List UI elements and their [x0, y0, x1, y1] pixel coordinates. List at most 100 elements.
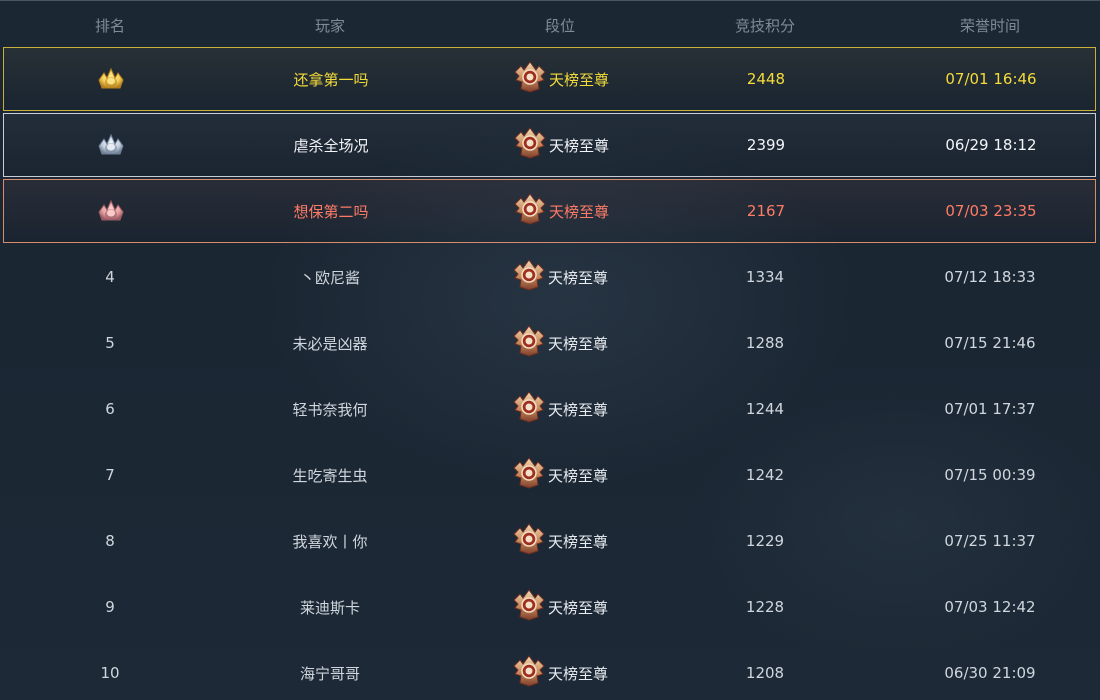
- rank-number-text: 5: [105, 334, 115, 352]
- player-name-cell[interactable]: 海宁哥哥: [220, 641, 440, 700]
- tier-badge: 天榜至尊: [513, 192, 609, 230]
- tier-crest-icon: [512, 390, 546, 428]
- tier-name: 天榜至尊: [548, 136, 609, 155]
- score-cell: 2167: [701, 180, 831, 242]
- honor-time: 07/15 00:39: [944, 466, 1036, 484]
- tier-cell: 天榜至尊: [480, 575, 640, 639]
- score-cell: 1334: [700, 245, 830, 309]
- table-row[interactable]: 4 丶欧尼酱 天榜至尊 1334 07/12 18:33: [3, 245, 1096, 309]
- player-name[interactable]: 还拿第一吗: [293, 69, 368, 90]
- tier-cell: 天榜至尊: [480, 443, 640, 507]
- tier-name: 天榜至尊: [547, 532, 608, 551]
- tier-badge: 天榜至尊: [512, 522, 608, 560]
- player-name[interactable]: 未必是凶器: [292, 333, 367, 354]
- time-cell: 07/03 12:42: [910, 575, 1070, 639]
- tier-name: 天榜至尊: [547, 598, 608, 617]
- table-row[interactable]: 10 海宁哥哥 天榜至尊 1208 06/30 21:09: [3, 641, 1096, 700]
- honor-time: 07/01 16:46: [945, 70, 1037, 88]
- rank-number: 8: [60, 509, 160, 573]
- header-rank: 排名: [94, 16, 125, 35]
- honor-time: 07/01 17:37: [944, 400, 1036, 418]
- bronze-medal-icon: [61, 180, 161, 242]
- tier-name: 天榜至尊: [547, 466, 608, 485]
- tier-crest-icon: [512, 588, 546, 626]
- score-cell: 1208: [700, 641, 830, 700]
- player-name[interactable]: 轻书奈我何: [292, 399, 367, 420]
- score-value: 2399: [746, 136, 786, 154]
- player-name[interactable]: 想保第二吗: [293, 201, 368, 222]
- tier-badge: 天榜至尊: [512, 390, 608, 428]
- tier-crest-icon: [513, 60, 547, 98]
- score-value: 2448: [746, 70, 786, 88]
- tier-crest-icon: [512, 522, 546, 560]
- tier-crest-icon: [512, 456, 546, 494]
- player-name-cell[interactable]: 轻书奈我何: [220, 377, 440, 441]
- tier-name: 天榜至尊: [548, 202, 609, 221]
- gold-medal-icon: [61, 48, 161, 110]
- rank-number-text: 10: [100, 664, 120, 682]
- rank-number: 4: [60, 245, 160, 309]
- rank-number: 6: [60, 377, 160, 441]
- player-name-cell[interactable]: 生吃寄生虫: [220, 443, 440, 507]
- score-value: 1334: [745, 268, 785, 286]
- tier-cell: 天榜至尊: [481, 48, 641, 110]
- player-name-cell[interactable]: 丶欧尼酱: [220, 245, 440, 309]
- table-row[interactable]: 5 未必是凶器 天榜至尊 1288 07/15 21:46: [3, 311, 1096, 375]
- player-name-cell[interactable]: 莱迪斯卡: [220, 575, 440, 639]
- tier-crest-icon: [512, 324, 546, 362]
- header-score: 竞技积分: [734, 16, 795, 35]
- table-row[interactable]: 6 轻书奈我何 天榜至尊 1244 07/01 17:37: [3, 377, 1096, 441]
- tier-cell: 天榜至尊: [480, 509, 640, 573]
- header-time: 荣誉时间: [959, 16, 1020, 35]
- rank-number: 9: [60, 575, 160, 639]
- player-name[interactable]: 海宁哥哥: [300, 663, 360, 684]
- tier-name: 天榜至尊: [547, 268, 608, 287]
- table-row[interactable]: 9 莱迪斯卡 天榜至尊 1228 07/03 12:42: [3, 575, 1096, 639]
- player-name[interactable]: 生吃寄生虫: [292, 465, 367, 486]
- player-name-cell[interactable]: 还拿第一吗: [221, 48, 441, 110]
- score-cell: 2399: [701, 114, 831, 176]
- player-name[interactable]: 丶欧尼酱: [300, 267, 360, 288]
- tier-cell: 天榜至尊: [480, 641, 640, 700]
- rank-number-text: 7: [105, 466, 115, 484]
- table-row[interactable]: 7 生吃寄生虫 天榜至尊 1242 07/15 00:39: [3, 443, 1096, 507]
- rank-number: 7: [60, 443, 160, 507]
- time-cell: 07/25 11:37: [910, 509, 1070, 573]
- time-cell: 07/15 00:39: [910, 443, 1070, 507]
- score-value: 1229: [745, 532, 785, 550]
- score-cell: 1229: [700, 509, 830, 573]
- tier-cell: 天榜至尊: [480, 377, 640, 441]
- honor-time: 07/03 23:35: [945, 202, 1037, 220]
- time-cell: 06/30 21:09: [910, 641, 1070, 700]
- score-value: 1242: [745, 466, 785, 484]
- tier-badge: 天榜至尊: [512, 654, 608, 692]
- tier-badge: 天榜至尊: [512, 258, 608, 296]
- time-cell: 07/03 23:35: [911, 180, 1071, 242]
- honor-time: 06/29 18:12: [945, 136, 1037, 154]
- player-name[interactable]: 虐杀全场况: [293, 135, 368, 156]
- rank-number-text: 4: [105, 268, 115, 286]
- honor-time: 07/25 11:37: [944, 532, 1036, 550]
- tier-crest-icon: [512, 654, 546, 692]
- tier-badge: 天榜至尊: [512, 324, 608, 362]
- rank-number-text: 9: [105, 598, 115, 616]
- tier-badge: 天榜至尊: [512, 588, 608, 626]
- player-name-cell[interactable]: 虐杀全场况: [221, 114, 441, 176]
- silver-medal-icon: [61, 114, 161, 176]
- score-value: 1244: [745, 400, 785, 418]
- tier-name: 天榜至尊: [547, 664, 608, 683]
- header-player: 玩家: [314, 16, 345, 35]
- score-cell: 1228: [700, 575, 830, 639]
- score-value: 1228: [745, 598, 785, 616]
- player-name-cell[interactable]: 我喜欢丨你: [220, 509, 440, 573]
- player-name-cell[interactable]: 未必是凶器: [220, 311, 440, 375]
- player-name[interactable]: 我喜欢丨你: [292, 531, 367, 552]
- table-row[interactable]: 还拿第一吗 天榜至尊 2448 07/01 16:46: [3, 47, 1096, 111]
- table-row[interactable]: 虐杀全场况 天榜至尊 2399 06/29 18:12: [3, 113, 1096, 177]
- time-cell: 06/29 18:12: [911, 114, 1071, 176]
- player-name[interactable]: 莱迪斯卡: [300, 597, 360, 618]
- table-row[interactable]: 想保第二吗 天榜至尊 2167 07/03 23:35: [3, 179, 1096, 243]
- rank-number: 10: [60, 641, 160, 700]
- player-name-cell[interactable]: 想保第二吗: [221, 180, 441, 242]
- table-row[interactable]: 8 我喜欢丨你 天榜至尊 1229 07/25 11:37: [3, 509, 1096, 573]
